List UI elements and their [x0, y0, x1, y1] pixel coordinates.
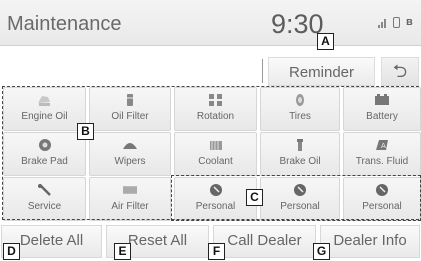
callout-g: G — [313, 243, 330, 260]
wiper-icon — [123, 143, 137, 149]
tile-wipers[interactable]: Wipers — [89, 132, 171, 176]
back-button[interactable]: ⮌ — [381, 57, 419, 86]
header-bar: Maintenance 9:30 ʙ — [0, 0, 421, 46]
transmission-fluid-icon: A — [376, 140, 388, 150]
tile-label: Coolant — [198, 156, 233, 167]
tile-label: Air Filter — [111, 201, 149, 212]
personal-icon — [209, 184, 222, 196]
separator — [262, 59, 263, 83]
tile-brake-pad[interactable]: Brake Pad — [3, 132, 86, 176]
clock: 9:30 — [271, 9, 324, 39]
dealer-info-button[interactable]: Dealer Info — [320, 225, 420, 258]
battery-icon — [375, 94, 389, 105]
tire-rotation-icon — [208, 94, 222, 106]
back-arrow-icon: ⮌ — [392, 61, 408, 81]
tile-label: Engine Oil — [21, 111, 68, 122]
tile-label: Battery — [366, 111, 398, 122]
tile-label: Brake Pad — [21, 156, 68, 167]
oil-can-icon — [37, 96, 50, 106]
tile-engine-oil[interactable]: Engine Oil — [3, 87, 86, 131]
personal-icon — [294, 184, 306, 196]
tile-service[interactable]: Service — [3, 177, 86, 221]
callout-f: F — [208, 243, 225, 260]
tile-trans-fluid[interactable]: A Trans. Fluid — [343, 132, 421, 176]
tile-personal-3[interactable]: Personal — [343, 177, 421, 221]
callout-d: D — [3, 243, 20, 260]
callout-c: C — [246, 189, 263, 206]
callout-b: B — [77, 123, 94, 140]
tile-label: Rotation — [196, 111, 235, 122]
call-dealer-button[interactable]: Call Dealer — [213, 225, 316, 258]
callout-a: A — [317, 33, 334, 50]
svg-text:A: A — [381, 142, 386, 150]
tile-label: Tires — [289, 111, 311, 122]
tile-label: Service — [27, 201, 62, 212]
tile-coolant[interactable]: Coolant — [174, 132, 257, 176]
tile-label: Personal — [195, 201, 236, 212]
air-filter-icon — [123, 186, 137, 194]
tile-label: Trans. Fluid — [355, 156, 409, 167]
oil-filter-icon — [127, 94, 133, 106]
tile-label: Wipers — [114, 156, 146, 167]
phone-icon — [393, 17, 400, 28]
tile-battery[interactable]: Battery — [343, 87, 421, 131]
tile-label: Personal — [362, 201, 402, 212]
tile-label: Oil Filter — [111, 111, 149, 122]
tile-oil-filter[interactable]: Oil Filter — [89, 87, 171, 131]
tile-air-filter[interactable]: Air Filter — [89, 177, 171, 221]
tile-brake-oil[interactable]: Brake Oil — [260, 132, 340, 176]
signal-icon — [378, 19, 387, 28]
status-icons: ʙ — [378, 17, 413, 28]
tile-personal-1[interactable]: Personal — [174, 177, 257, 221]
reminder-button[interactable]: Reminder — [268, 57, 375, 86]
tire-icon — [296, 94, 304, 106]
wrench-icon — [37, 184, 51, 196]
personal-icon — [376, 184, 388, 196]
coolant-icon — [209, 141, 222, 150]
tile-rotation[interactable]: Rotation — [174, 87, 257, 131]
tile-personal-2[interactable]: Personal — [260, 177, 340, 221]
tile-label: Brake Oil — [279, 156, 321, 167]
callout-e: E — [114, 243, 131, 260]
tile-label: Personal — [280, 201, 320, 212]
tile-tires[interactable]: Tires — [260, 87, 340, 131]
page-title: Maintenance — [7, 13, 122, 35]
bluetooth-icon: ʙ — [406, 16, 413, 28]
brake-pad-icon — [38, 139, 51, 151]
brake-oil-icon — [297, 139, 303, 151]
